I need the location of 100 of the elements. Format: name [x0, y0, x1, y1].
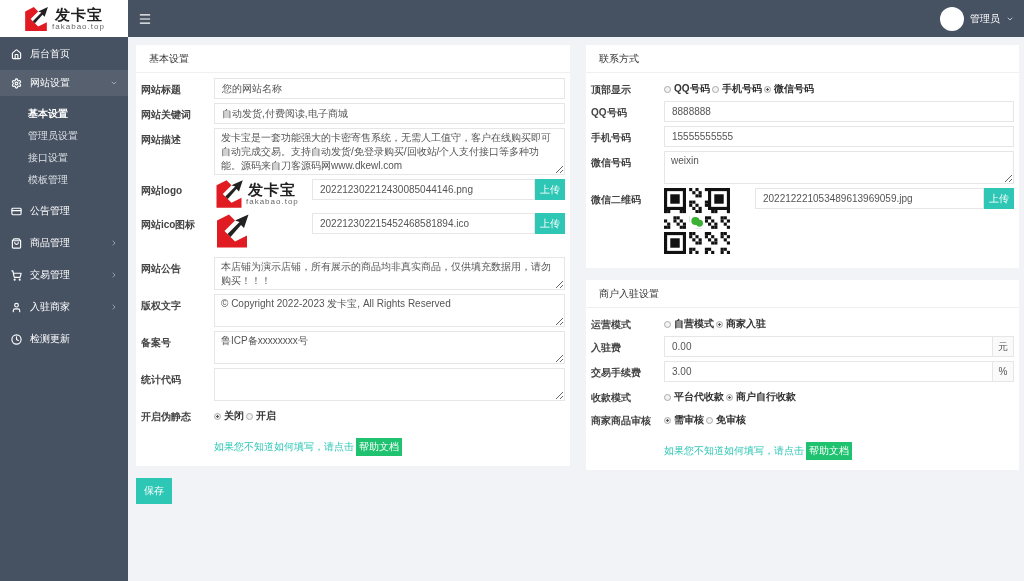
radio-label: 微信号码 [773, 82, 814, 96]
field-label: 网站标题 [141, 83, 182, 97]
radio-button[interactable] [716, 320, 723, 328]
radio-button[interactable] [726, 393, 733, 401]
user-menu[interactable]: 管理员 [970, 11, 1000, 26]
radio-button[interactable] [246, 412, 253, 420]
unit-addon: 元 [993, 336, 1014, 357]
unit-addon: % [993, 361, 1014, 382]
logo-icon [214, 179, 244, 209]
file-field[interactable]: 202212302212430085044146.png [312, 179, 535, 200]
logo-icon [23, 5, 50, 32]
text-field[interactable]: 15555555555 [664, 126, 1014, 147]
radio-button[interactable] [664, 416, 671, 424]
radio-label: 需审核 [674, 413, 704, 427]
field-label: 运营模式 [591, 318, 632, 332]
text-area[interactable]: 发卡宝是一套功能强大的卡密寄售系统，无需人工值守，客户在线购买即可自动完成交易。支持自动发货/免登录购买/回收站/个人支付接口等多种功能。源码来自刀客源码网www.dkewl.com [214, 128, 565, 175]
help-text: 如果您不知道如何填写，请点击 [214, 440, 354, 454]
nav-label: 后台首页 [30, 47, 71, 61]
submenu-item[interactable]: 模板管理 [0, 169, 128, 191]
nav-item[interactable]: 检测更新 [0, 326, 128, 352]
radio-button[interactable] [664, 320, 671, 328]
field-label: 入驻费 [591, 341, 622, 355]
text-field[interactable]: 您的网站名称 [214, 78, 565, 99]
file-field[interactable]: 202212221053489613969059.jpg [755, 188, 984, 209]
field-label: 手机号码 [591, 131, 632, 145]
nav-item[interactable]: 网站设置 [0, 70, 128, 96]
submenu-item[interactable]: 接口设置 [0, 147, 128, 169]
submenu-item[interactable]: 管理员设置 [0, 125, 128, 147]
field-label: 网站关键词 [141, 108, 192, 122]
field-label: 统计代码 [141, 373, 182, 387]
home-icon [11, 48, 22, 60]
text-area[interactable]: weixin [664, 151, 1014, 184]
gear-icon [11, 77, 22, 89]
field-label: 微信号码 [591, 156, 632, 170]
field-label: 版权文字 [141, 299, 182, 313]
card-title: 商户入驻设置 [586, 280, 1019, 308]
text-area[interactable]: 本店铺为演示店铺，所有展示的商品均非真实商品，仅供填充数据用，请勿购买！！！ [214, 257, 565, 290]
radio-label: 免审核 [716, 413, 746, 427]
nav-label: 入驻商家 [30, 300, 71, 314]
nav-item[interactable]: 公告管理 [0, 198, 128, 224]
field-label: 交易手续费 [591, 366, 642, 380]
card-title: 基本设置 [136, 45, 570, 73]
field-label: 网站描述 [141, 133, 182, 147]
help-text: 如果您不知道如何填写，请点击 [664, 444, 804, 458]
field-label: 网站logo [141, 184, 184, 198]
radio-label: 商户自行收款 [736, 390, 796, 404]
radio-label: 商家入驻 [726, 317, 766, 331]
nav-item[interactable]: 入驻商家 [0, 294, 128, 320]
field-label: 网站公告 [141, 262, 182, 276]
radio-button[interactable] [214, 412, 221, 420]
chevron-down-icon [110, 79, 118, 87]
field-label: 备案号 [141, 336, 172, 350]
logo-domain: fakabao.top [246, 198, 299, 206]
logo-text: 发卡宝 [248, 182, 297, 197]
file-field[interactable]: 202212302215452468581894.ico [312, 213, 535, 234]
qr-code-drawing [664, 188, 730, 254]
nav-label: 网站设置 [30, 76, 71, 90]
radio-button[interactable] [763, 85, 771, 93]
radio-label: 开启 [256, 409, 276, 423]
user-icon [11, 301, 22, 313]
text-field[interactable]: 自动发货,付费阅读,电子商城 [214, 103, 565, 124]
radio-label: 自营模式 [674, 317, 714, 331]
field-label: 网站ico图标 [141, 218, 197, 232]
nav-item[interactable]: 后台首页 [0, 41, 128, 67]
brand-name: 发卡宝 [54, 6, 103, 22]
text-field[interactable]: 3.00 [664, 361, 993, 382]
chevron-right-icon [110, 239, 118, 247]
bag-icon [11, 237, 22, 249]
nav-label: 检测更新 [30, 332, 71, 346]
avatar-icon[interactable] [940, 6, 964, 31]
chevron-right-icon [110, 271, 118, 279]
card-icon [11, 205, 22, 217]
submenu-item[interactable]: 基本设置 [0, 103, 128, 125]
chevron-right-icon [110, 303, 118, 311]
text-area[interactable]: 鲁ICP备xxxxxxxx号 [214, 331, 565, 364]
card-title: 联系方式 [586, 45, 1019, 73]
field-label: 开启伪静态 [141, 410, 192, 424]
radio-button[interactable] [706, 416, 713, 424]
radio-label: 手机号码 [721, 82, 762, 96]
radio-button[interactable] [664, 85, 671, 93]
brand-domain: fakabao.top [52, 22, 105, 31]
radio-button[interactable] [664, 393, 671, 401]
radio-button[interactable] [711, 85, 719, 93]
logo-icon [214, 213, 250, 249]
nav-label: 公告管理 [30, 204, 71, 218]
radio-label: QQ号码 [674, 82, 710, 96]
text-field[interactable]: 8888888 [664, 101, 1014, 122]
clock-icon [11, 333, 22, 345]
text-field[interactable]: 0.00 [664, 336, 993, 357]
nav-item[interactable]: 商品管理 [0, 230, 128, 256]
radio-label: 关闭 [224, 409, 244, 423]
menu-icon[interactable] [138, 11, 152, 26]
nav-item[interactable]: 交易管理 [0, 262, 128, 288]
field-label: QQ号码 [591, 106, 628, 120]
nav-label: 交易管理 [30, 268, 71, 282]
field-label: 微信二维码 [591, 193, 642, 207]
cart-icon [11, 269, 22, 281]
field-label: 收款模式 [591, 391, 632, 405]
text-area[interactable]: © Copyright 2022-2023 发卡宝, All Rights Reserved [214, 294, 565, 327]
field-label: 顶部显示 [591, 83, 632, 97]
